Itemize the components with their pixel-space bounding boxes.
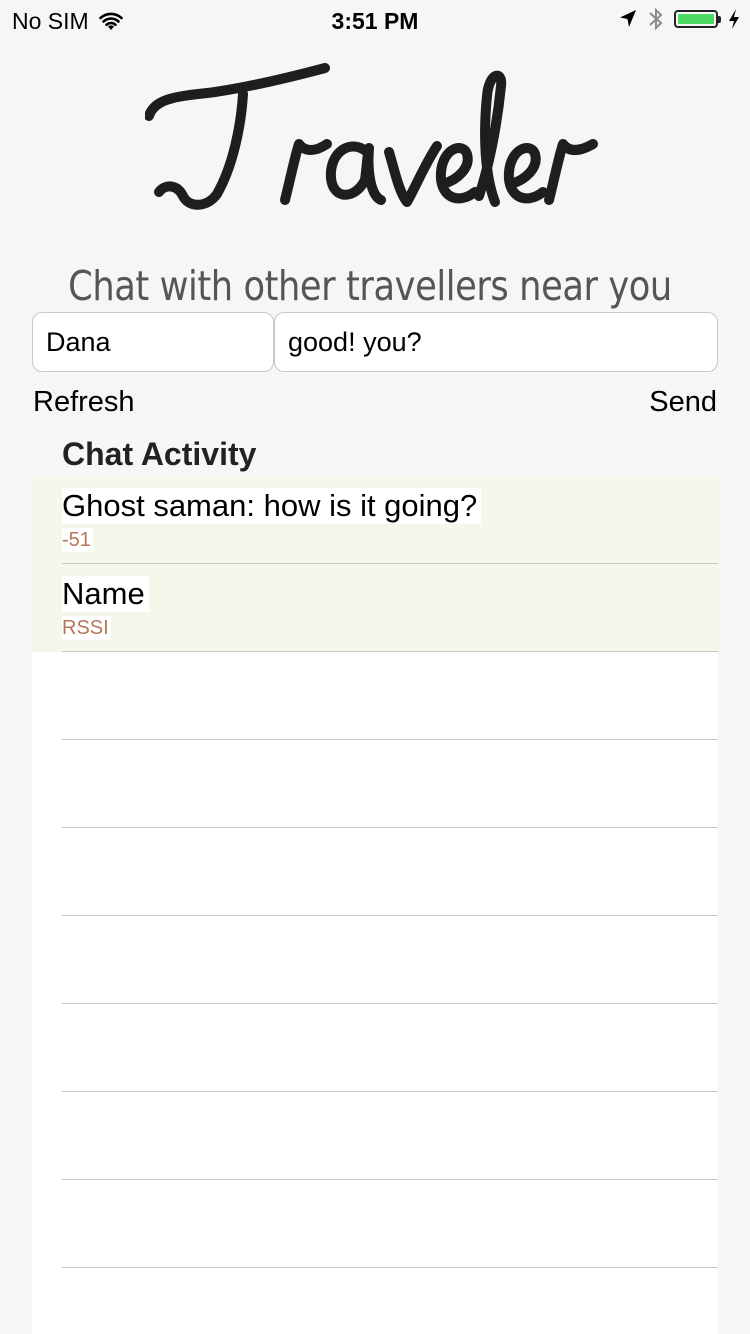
- chat-rssi: RSSI: [62, 616, 111, 640]
- bluetooth-icon: [649, 7, 663, 31]
- send-button[interactable]: Send: [649, 386, 717, 419]
- empty-row: [32, 916, 718, 1004]
- chat-message: Ghost saman: how is it going?: [62, 488, 482, 524]
- charging-bolt-icon: [729, 9, 739, 29]
- refresh-button[interactable]: Refresh: [33, 386, 135, 419]
- location-arrow-icon: [620, 10, 636, 27]
- logo-script: [144, 63, 598, 210]
- chat-activity-heading: Chat Activity: [62, 436, 257, 472]
- empty-row: [32, 1004, 718, 1092]
- row-separator: [62, 1267, 718, 1268]
- app-subtitle: Chat with other travellers near you: [68, 262, 672, 310]
- empty-row: [32, 740, 718, 828]
- empty-row: [32, 1180, 718, 1268]
- chat-row[interactable]: Ghost saman: how is it going? -51: [32, 476, 718, 564]
- status-bar: No SIM 3:51 PM: [0, 0, 750, 40]
- chat-message: Name: [62, 576, 149, 612]
- chat-row[interactable]: Name RSSI: [32, 564, 718, 652]
- name-field[interactable]: Dana: [32, 312, 274, 372]
- message-field[interactable]: good! you?: [274, 312, 718, 372]
- chat-table[interactable]: Ghost saman: how is it going? -51 Name R…: [32, 476, 718, 1334]
- battery-level: [678, 14, 714, 24]
- empty-row: [32, 828, 718, 916]
- empty-row: [32, 652, 718, 740]
- empty-row: [32, 1092, 718, 1180]
- chat-rssi: -51: [62, 528, 93, 552]
- action-row: Refresh Send: [33, 384, 717, 424]
- compose-row: Dana good! you?: [32, 312, 718, 372]
- status-right: [618, 6, 740, 32]
- app-logo: [0, 56, 750, 231]
- battery-icon: [674, 10, 721, 28]
